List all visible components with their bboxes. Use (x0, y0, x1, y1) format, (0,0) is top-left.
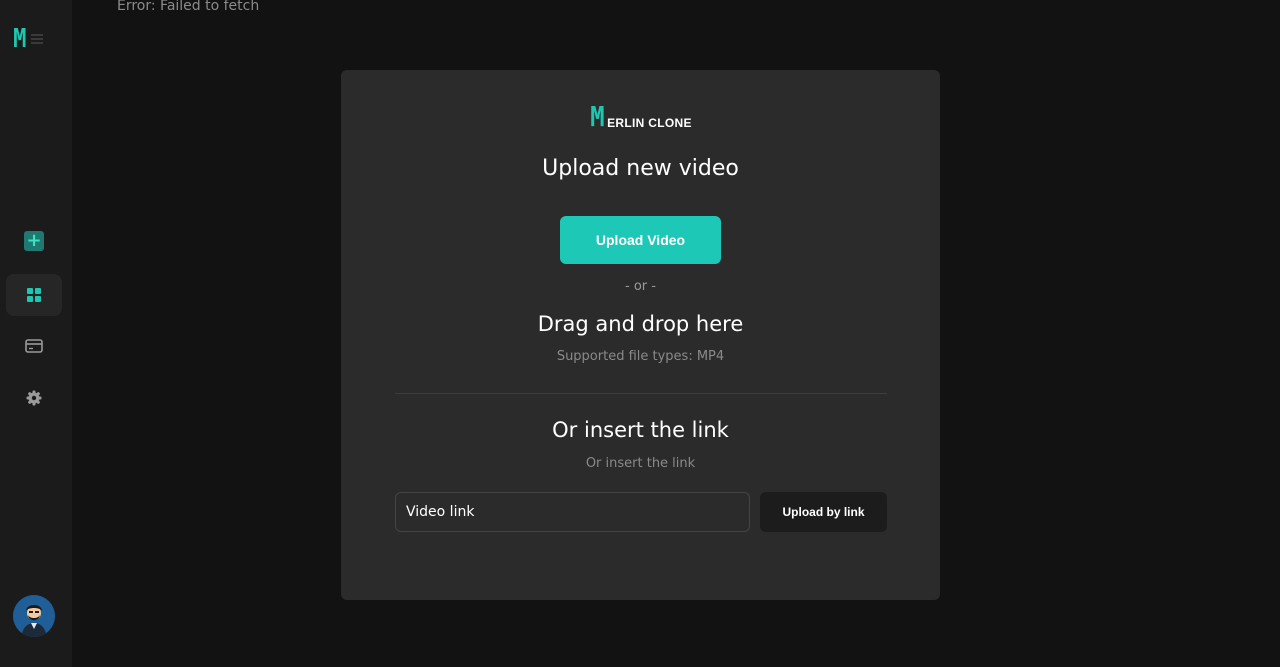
sidebar-item-create[interactable]: + (6, 220, 62, 262)
grid-icon (27, 288, 41, 302)
divider (395, 393, 887, 394)
menu-icon[interactable] (30, 34, 43, 44)
link-section-title: Or insert the link (552, 418, 729, 442)
plus-square-icon: + (24, 231, 44, 251)
logo-letter: M (13, 24, 26, 54)
upload-video-button[interactable]: Upload Video (560, 216, 721, 264)
drag-drop-title: Drag and drop here (537, 312, 744, 336)
supported-file-types: Supported file types: MP4 (556, 349, 725, 364)
sidebar-logo[interactable]: M (12, 24, 43, 54)
upload-modal: M ERLIN CLONE Upload new video Upload Vi… (341, 70, 940, 600)
brand-logo-letter: M (590, 100, 605, 133)
upload-by-link-button[interactable]: Upload by link (760, 492, 887, 532)
modal-title: Upload new video (542, 156, 739, 181)
avatar-icon (13, 595, 55, 637)
link-section-subtitle: Or insert the link (585, 456, 696, 471)
credit-card-icon (25, 339, 43, 353)
user-avatar[interactable] (13, 595, 55, 637)
sidebar-item-settings[interactable] (6, 377, 62, 419)
or-separator: - or - (625, 279, 656, 294)
video-link-input[interactable] (395, 492, 750, 532)
gear-icon (26, 390, 42, 406)
error-message: Error: Failed to fetch (117, 0, 260, 14)
sidebar-item-dashboard[interactable] (6, 274, 62, 316)
sidebar-item-billing[interactable] (6, 325, 62, 367)
brand-logo-text: ERLIN CLONE (607, 116, 692, 130)
brand-logo: M ERLIN CLONE (341, 100, 940, 134)
sidebar: M + (0, 0, 72, 667)
